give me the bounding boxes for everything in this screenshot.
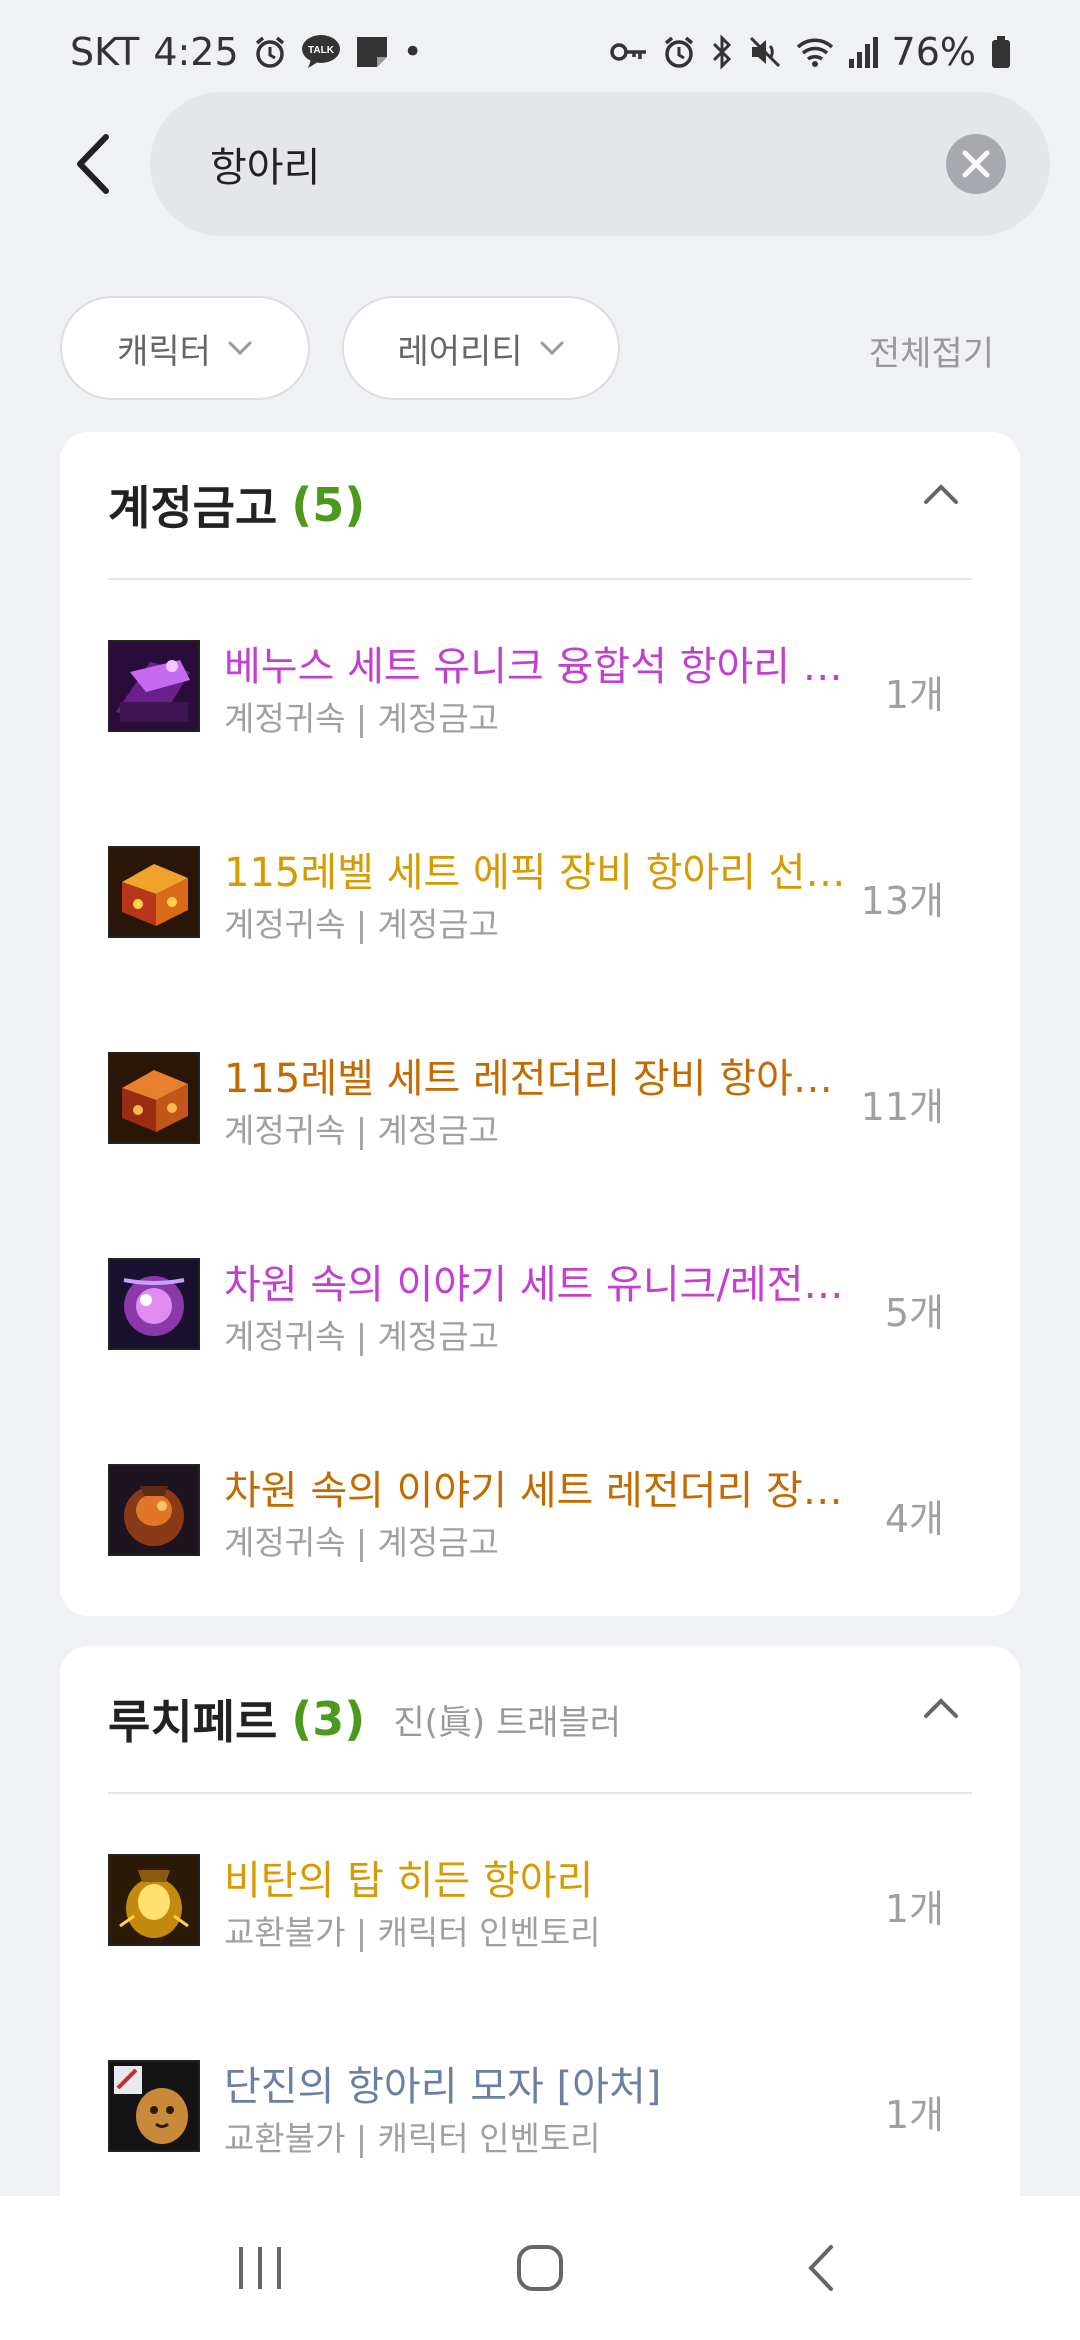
- battery-icon: [990, 35, 1012, 69]
- chevron-left-icon: [77, 134, 109, 194]
- item-name: 베누스 세트 유니크 융합석 항아리 부위...: [224, 644, 864, 690]
- list-item[interactable]: 차원 속의 이야기 세트 레전더리 장비 ... 계정귀속 | 계정금고 4개: [108, 1404, 972, 1610]
- battery-percent: 76%: [891, 30, 976, 74]
- time-label: 4:25: [153, 30, 239, 74]
- item-name: 차원 속의 이야기 세트 레전더리 장비 ...: [224, 1468, 864, 1514]
- golden-jar-icon: [108, 1854, 200, 1946]
- notification-dot: •: [402, 32, 423, 72]
- bluetooth-icon: [710, 35, 734, 69]
- search-row: 항아리: [0, 92, 1080, 236]
- status-right: 76%: [609, 30, 1012, 74]
- collapse-all-button[interactable]: 전체접기: [869, 326, 994, 375]
- character-filter-dropdown[interactable]: 캐릭터: [60, 296, 310, 400]
- close-icon: [962, 150, 990, 178]
- wifi-icon: [796, 35, 834, 69]
- search-query: 항아리: [210, 145, 321, 191]
- status-left: SKT 4:25 TALK •: [70, 30, 423, 74]
- item-meta: 교환불가 | 캐릭터 인벤토리: [224, 1913, 601, 1952]
- system-back-button[interactable]: [760, 2218, 880, 2318]
- item-meta: 계정귀속 | 계정금고: [224, 905, 499, 944]
- item-quantity: 11개: [860, 1085, 944, 1129]
- item-name: 차원 속의 이야기 세트 유니크/레전더...: [224, 1262, 864, 1308]
- list-item[interactable]: 차원 속의 이야기 세트 유니크/레전더... 계정귀속 | 계정금고 5개: [108, 1198, 972, 1404]
- item-quantity: 1개: [884, 2093, 944, 2137]
- item-quantity: 4개: [884, 1497, 944, 1541]
- list-item[interactable]: 115레벨 세트 레전더리 장비 항아리 선... 계정귀속 | 계정금고 11…: [108, 992, 972, 1198]
- item-meta: 계정귀속 | 계정금고: [224, 699, 499, 738]
- home-icon: [517, 2245, 563, 2291]
- rarity-filter-label: 레어리티: [397, 331, 523, 372]
- item-name: 단진의 항아리 모자 [아처]: [224, 2064, 662, 2110]
- item-quantity: 5개: [884, 1291, 944, 1335]
- chevron-down-icon: [540, 341, 564, 356]
- note-icon: [355, 35, 389, 69]
- rarity-filter-dropdown[interactable]: 레어리티: [342, 296, 620, 400]
- dimension-jar-icon: [108, 1464, 200, 1556]
- back-icon: [808, 2245, 833, 2291]
- list-item[interactable]: 단진의 항아리 모자 [아처] 교환불가 | 캐릭터 인벤토리 1개: [108, 2000, 972, 2206]
- talk-icon: TALK: [301, 34, 341, 70]
- section-header[interactable]: 계정금고 (5): [108, 432, 972, 580]
- chevron-down-icon: [228, 341, 252, 356]
- home-button[interactable]: [480, 2218, 600, 2318]
- recent-apps-icon: [239, 2247, 281, 2289]
- alarm-icon: [253, 35, 287, 69]
- section-title: 계정금고: [108, 481, 278, 535]
- list-item[interactable]: 115레벨 세트 에픽 장비 항아리 선택 ... 계정귀속 | 계정금고 13…: [108, 786, 972, 992]
- epic-chest-icon: [108, 846, 200, 938]
- chevron-up-icon[interactable]: [922, 482, 960, 506]
- status-bar: SKT 4:25 TALK • 76%: [0, 0, 1080, 104]
- section-subtitle: 진(眞) 트래블러: [393, 1702, 622, 1743]
- item-meta: 계정귀속 | 계정금고: [224, 1317, 499, 1356]
- mute-icon: [748, 35, 782, 69]
- item-name: 115레벨 세트 레전더리 장비 항아리 선...: [224, 1056, 864, 1102]
- talk-badge-text: TALK: [308, 45, 335, 56]
- section-account-storage: 계정금고 (5) 베누스 세트 유니크 융합석 항아리 부위... 계정귀속 |…: [60, 432, 1020, 1616]
- search-input[interactable]: 항아리: [150, 92, 1050, 236]
- carrier-label: SKT: [70, 30, 140, 74]
- item-quantity: 13개: [860, 879, 944, 923]
- dimension-orb-icon: [108, 1258, 200, 1350]
- back-button[interactable]: [62, 128, 122, 200]
- purple-shard-icon: [108, 640, 200, 732]
- alarm-icon: [662, 35, 696, 69]
- item-meta: 계정귀속 | 계정금고: [224, 1523, 499, 1562]
- list-item[interactable]: 베누스 세트 유니크 융합석 항아리 부위... 계정귀속 | 계정금고 1개: [108, 580, 972, 786]
- section-count: (5): [291, 478, 366, 532]
- chevron-up-icon[interactable]: [922, 1696, 960, 1720]
- list-item[interactable]: 비탄의 탑 히든 항아리 교환불가 | 캐릭터 인벤토리 1개: [108, 1794, 972, 2000]
- signal-icon: [848, 35, 878, 69]
- clear-search-button[interactable]: [946, 134, 1006, 194]
- recent-apps-button[interactable]: [200, 2218, 320, 2318]
- jar-hat-icon: [108, 2060, 200, 2152]
- item-quantity: 1개: [884, 1887, 944, 1931]
- key-icon: [609, 40, 648, 64]
- item-name: 비탄의 탑 히든 항아리: [224, 1858, 594, 1904]
- filter-row: 캐릭터 레어리티 전체접기: [0, 296, 1080, 402]
- section-header[interactable]: 루치페르 (3) 진(眞) 트래블러: [108, 1646, 972, 1794]
- item-meta: 교환불가 | 캐릭터 인벤토리: [224, 2119, 601, 2158]
- section-count: (3): [291, 1692, 366, 1746]
- system-navigation-bar: [0, 2196, 1080, 2340]
- item-meta: 계정귀속 | 계정금고: [224, 1111, 499, 1150]
- section-title: 루치페르: [108, 1695, 278, 1749]
- item-name: 115레벨 세트 에픽 장비 항아리 선택 ...: [224, 850, 864, 896]
- legendary-chest-icon: [108, 1052, 200, 1144]
- item-quantity: 1개: [884, 673, 944, 717]
- character-filter-label: 캐릭터: [117, 331, 211, 372]
